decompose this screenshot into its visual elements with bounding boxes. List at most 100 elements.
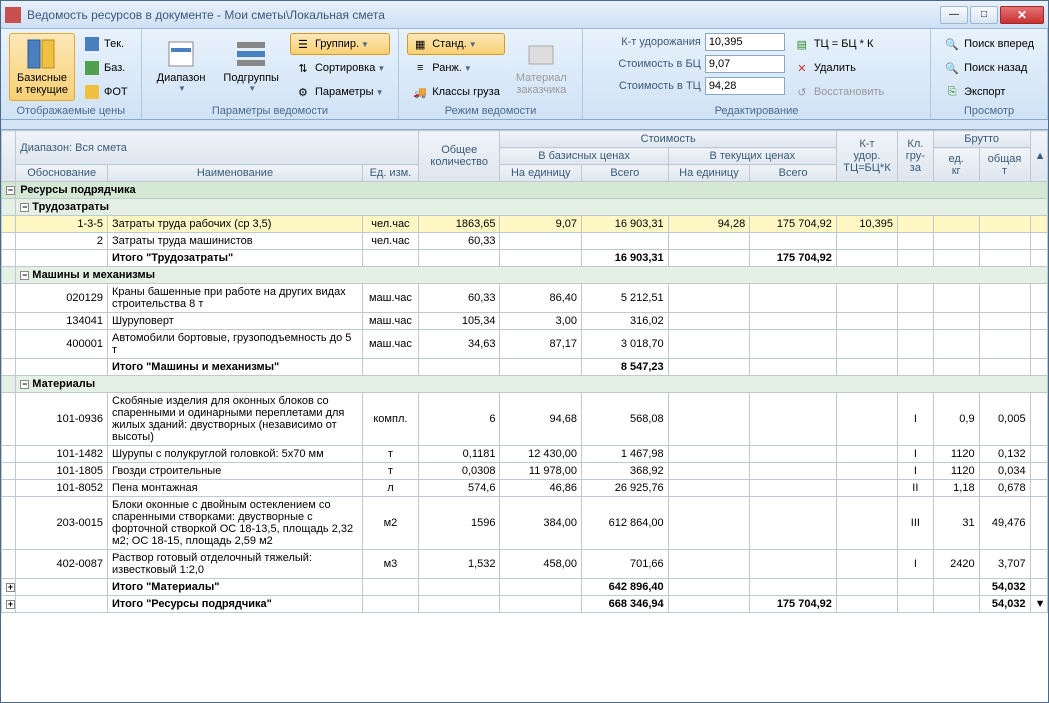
btn-rank[interactable]: ≡Ранж.▼ (407, 57, 505, 79)
hdr-total-qty: Общее количество (418, 131, 500, 182)
fot-icon (84, 84, 100, 100)
btn-search-back[interactable]: 🔍Поиск назад (939, 57, 1039, 79)
minimize-button[interactable]: — (940, 6, 968, 24)
table-row[interactable]: 101-1805Гвозди строительныет0,030811 978… (2, 463, 1048, 480)
dropdown-arrow-icon: ▼ (377, 64, 385, 73)
table-row[interactable]: 2Затраты труда машинистовчел.час60,33 (2, 233, 1048, 250)
sort-icon: ⇅ (295, 60, 311, 76)
dropdown-arrow-icon: ▼ (464, 64, 472, 73)
formula-icon: ▤ (794, 36, 810, 52)
expand-icon[interactable]: + (6, 583, 15, 592)
table-row[interactable]: +Итого "Материалы"642 896,4054,032 (2, 579, 1048, 596)
hdr-cp-unit: На единицу (668, 165, 750, 182)
btn-search-fwd[interactable]: 🔍Поиск вперед (939, 33, 1039, 55)
export-icon: ⎘ (944, 84, 960, 100)
table-row[interactable]: Итого "Машины и механизмы"8 547,23 (2, 359, 1048, 376)
lbl-kudor: К-т удорожания (591, 36, 701, 48)
hdr-bp-total: Всего (582, 165, 669, 182)
expand-icon[interactable]: − (6, 186, 15, 195)
btn-both-prices[interactable]: Базисные и текущие (9, 33, 75, 101)
range-icon (165, 38, 197, 70)
params-icon: ⚙ (295, 84, 311, 100)
rank-icon: ≡ (412, 60, 428, 76)
dropdown-arrow-icon: ▼ (178, 84, 186, 93)
window-title: Ведомость ресурсов в документе - Мои сме… (27, 8, 940, 22)
group1-label: Отображаемые цены (9, 103, 133, 117)
hdr-scroll-spacer: ▲ (1030, 131, 1047, 182)
table-row[interactable]: 101-8052Пена монтажнаял574,646,8626 925,… (2, 480, 1048, 497)
standard-icon: ▦ (412, 36, 428, 52)
btn-sort[interactable]: ⇅Сортировка▼ (290, 57, 390, 79)
expand-icon[interactable]: − (20, 271, 29, 280)
table-row[interactable]: 203-0015Блоки оконные с двойным остеклен… (2, 497, 1048, 550)
close-button[interactable]: ✕ (1000, 6, 1044, 24)
table-row[interactable]: 020129Краны башенные при работе на други… (2, 284, 1048, 313)
hdr-total-t: общая т (979, 148, 1030, 182)
group2-label: Параметры ведомости (150, 103, 391, 117)
grid[interactable]: Диапазон: Вся смета Общее количество Сто… (1, 129, 1048, 702)
btn-tc-formula[interactable]: ▤ТЦ = БЦ * К (789, 33, 889, 55)
btn-export[interactable]: ⎘Экспорт (939, 81, 1039, 103)
input-cost-tc[interactable] (705, 77, 785, 95)
input-cost-bc[interactable] (705, 55, 785, 73)
group-contractor: Ресурсы подрядчика (16, 182, 1048, 199)
btn-subgroups[interactable]: Подгруппы▼ (216, 33, 286, 98)
group-machines: Машины и механизмы (32, 269, 155, 281)
search-back-icon: 🔍 (944, 60, 960, 76)
table-row[interactable]: 101-0936Скобяные изделия для оконных бло… (2, 393, 1048, 446)
hdr-gross: Брутто (933, 131, 1030, 148)
search-fwd-icon: 🔍 (944, 36, 960, 52)
cargo-icon: 🚚 (412, 84, 428, 100)
maximize-button[interactable]: □ (970, 6, 998, 24)
hdr-unit: Ед. изм. (362, 165, 418, 182)
titlebar: Ведомость ресурсов в документе - Мои сме… (1, 1, 1048, 29)
input-kudor[interactable] (705, 33, 785, 51)
subgroups-icon (235, 38, 267, 70)
table-row[interactable]: 400001Автомобили бортовые, грузоподъемно… (2, 330, 1048, 359)
btn-fot[interactable]: ФОТ (79, 81, 133, 103)
delete-icon: ✕ (794, 60, 810, 76)
table-row[interactable]: 134041Шуруповертмаш.час105,343,00316,02 (2, 313, 1048, 330)
both-prices-icon (26, 38, 58, 70)
expand-icon[interactable]: + (6, 600, 15, 609)
hdr-name: Наименование (108, 165, 363, 182)
restore-icon: ↺ (794, 84, 810, 100)
hdr-k-udor: К-т удор. ТЦ=БЦ*К (836, 131, 897, 182)
dropdown-arrow-icon: ▼ (248, 84, 256, 93)
group-materials: Материалы (32, 378, 95, 390)
dropdown-arrow-icon: ▼ (376, 88, 384, 97)
hdr-unit-kg: ед. кг (933, 148, 979, 182)
lbl-cost-bc: Стоимость в БЦ (591, 58, 701, 70)
btn-params[interactable]: ⚙Параметры▼ (290, 81, 390, 103)
hdr-cargo-class: Кл. гру- за (898, 131, 934, 182)
btn-standard[interactable]: ▦Станд.▼ (407, 33, 505, 55)
table-row[interactable]: 1-3-5Затраты труда рабочих (ср 3,5)чел.ч… (2, 216, 1048, 233)
hdr-bp-unit: На единицу (500, 165, 582, 182)
btn-delete[interactable]: ✕Удалить (789, 57, 889, 79)
table-row[interactable]: Итого "Трудозатраты"16 903,31175 704,92 (2, 250, 1048, 267)
hdr-cost: Стоимость (500, 131, 836, 148)
table-row[interactable]: 101-1482Шурупы с полукруглой головкой: 5… (2, 446, 1048, 463)
app-icon (5, 7, 21, 23)
btn-tek[interactable]: Тек. (79, 33, 133, 55)
btn-range[interactable]: Диапазон▼ (150, 33, 213, 98)
customer-material-icon (525, 38, 557, 70)
hdr-range: Диапазон: Вся смета (16, 131, 419, 165)
hdr-cp-total: Всего (750, 165, 837, 182)
expand-icon[interactable]: − (20, 380, 29, 389)
group5-label: Просмотр (939, 103, 1039, 117)
table-row[interactable]: 402-0087Раствор готовый отделочный тяжел… (2, 550, 1048, 579)
expand-icon[interactable]: − (20, 203, 29, 212)
btn-group[interactable]: ☰Группир.▼ (290, 33, 390, 55)
tek-icon (84, 36, 100, 52)
ribbon: Базисные и текущие Тек. Баз. ФОТ Отображ… (1, 29, 1048, 120)
group3-label: Режим ведомости (407, 103, 574, 117)
table-row[interactable]: +Итого "Ресурсы подрядчика"668 346,94175… (2, 596, 1048, 613)
btn-customer-material: Материал заказчика (509, 33, 574, 101)
baz-icon (84, 60, 100, 76)
btn-cargo-classes[interactable]: 🚚Классы груза (407, 81, 505, 103)
dropdown-arrow-icon: ▼ (361, 40, 369, 49)
lbl-cost-tc: Стоимость в ТЦ (591, 80, 701, 92)
btn-baz[interactable]: Баз. (79, 57, 133, 79)
hdr-base-prices: В базисных ценах (500, 148, 668, 165)
